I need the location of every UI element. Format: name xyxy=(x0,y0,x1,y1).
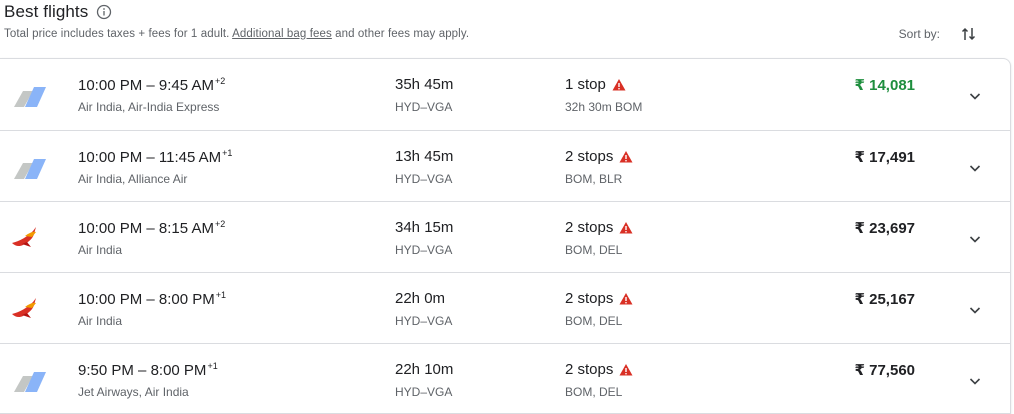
day-offset: +2 xyxy=(214,219,226,229)
airline-names: Air India xyxy=(78,314,123,328)
price: ₹ 25,167 xyxy=(854,291,915,308)
info-icon[interactable] xyxy=(96,4,112,20)
warning-icon xyxy=(619,292,633,306)
warning-icon xyxy=(619,150,633,164)
time-separator: – xyxy=(142,291,159,308)
stops-count: 2 stops xyxy=(565,148,614,165)
flight-row[interactable]: 10:00 PM – 8:15 AM+2 Air India 34h 15m HYD–… xyxy=(0,201,1010,272)
arrive-time: 8:00 PM xyxy=(158,291,215,308)
generic-airline-logo xyxy=(11,364,47,394)
stop-detail: BOM, DEL xyxy=(565,243,623,257)
depart-time: 10:00 PM xyxy=(78,77,143,94)
day-offset: +1 xyxy=(222,148,233,158)
depart-time: 10:00 PM xyxy=(78,291,143,308)
air-india-logo xyxy=(11,222,47,252)
arrive-time: 11:45 AM xyxy=(158,149,222,166)
flight-duration: 13h 45m xyxy=(395,148,454,165)
flight-times: 10:00 PM – 8:00 PM+1 xyxy=(78,290,226,308)
flight-duration: 35h 45m xyxy=(395,76,454,93)
warning-icon xyxy=(619,363,633,377)
generic-airline-logo xyxy=(11,79,47,109)
time-separator: – xyxy=(142,149,159,166)
sort-icon[interactable] xyxy=(960,25,978,43)
depart-time: 9:50 PM xyxy=(78,362,134,379)
arrive-time: 8:00 PM xyxy=(150,362,207,379)
flight-duration: 22h 10m xyxy=(395,361,454,378)
time-separator: – xyxy=(142,77,159,94)
flight-times: 10:00 PM – 11:45 AM+1 xyxy=(78,148,232,166)
stops-summary: 2 stops xyxy=(565,361,633,378)
stops-count: 1 stop xyxy=(565,76,606,93)
stops-summary: 2 stops xyxy=(565,148,633,165)
flight-times: 9:50 PM – 8:00 PM+1 xyxy=(78,361,218,379)
arrive-time: 8:15 AM xyxy=(158,220,214,237)
flight-times: 10:00 PM – 9:45 AM+2 xyxy=(78,76,225,94)
arrive-time: 9:45 AM xyxy=(158,77,214,94)
flight-row[interactable]: 10:00 PM – 9:45 AM+2 Air India, Air-India… xyxy=(0,59,1010,129)
flight-row[interactable]: 10:00 PM – 11:45 AM+1 Air India, Alliance… xyxy=(0,130,1010,201)
time-separator: – xyxy=(133,362,151,379)
flight-route: HYD–VGA xyxy=(395,172,453,186)
airline-names: Air India, Alliance Air xyxy=(78,172,188,186)
generic-airline-logo xyxy=(11,151,47,181)
flight-list: 10:00 PM – 9:45 AM+2 Air India, Air-India… xyxy=(0,58,1011,414)
stop-detail: BOM, DEL xyxy=(565,385,623,399)
time-separator: – xyxy=(142,220,159,237)
day-offset: +1 xyxy=(215,290,227,300)
chevron-down-icon[interactable] xyxy=(964,157,986,179)
stops-count: 2 stops xyxy=(565,219,614,236)
stop-detail: BOM, BLR xyxy=(565,172,623,186)
chevron-down-icon[interactable] xyxy=(964,370,986,392)
title-row: Best flights xyxy=(4,1,112,23)
flight-route: HYD–VGA xyxy=(395,243,453,257)
flight-route: HYD–VGA xyxy=(395,100,453,114)
flight-duration: 34h 15m xyxy=(395,219,454,236)
stops-summary: 1 stop xyxy=(565,76,626,93)
disclaimer-text-end: and other fees may apply. xyxy=(331,28,470,40)
warning-icon xyxy=(619,221,633,235)
airline-names: Air India, Air-India Express xyxy=(78,100,220,114)
price: ₹ 14,081 xyxy=(854,77,915,94)
chevron-down-icon[interactable] xyxy=(964,299,986,321)
flight-route: HYD–VGA xyxy=(395,385,453,399)
flight-route: HYD–VGA xyxy=(395,314,453,328)
stop-detail: BOM, DEL xyxy=(565,314,623,328)
airline-names: Jet Airways, Air India xyxy=(78,385,189,399)
price: ₹ 17,491 xyxy=(854,149,915,166)
flight-row[interactable]: 9:50 PM – 8:00 PM+1 Jet Airways, Air Indi… xyxy=(0,343,1010,414)
flight-duration: 22h 0m xyxy=(395,290,446,307)
sort-label: Sort by: xyxy=(898,27,940,41)
price-disclaimer: Total price includes taxes + fees for 1 … xyxy=(4,28,469,40)
stop-detail: 32h 30m BOM xyxy=(565,100,643,114)
airline-names: Air India xyxy=(78,243,123,257)
warning-icon xyxy=(612,78,626,92)
chevron-down-icon[interactable] xyxy=(964,85,986,107)
stops-count: 2 stops xyxy=(565,361,614,378)
depart-time: 10:00 PM xyxy=(78,149,143,166)
air-india-logo xyxy=(11,293,47,323)
disclaimer-text: Total price includes taxes + fees for 1 … xyxy=(4,28,233,40)
stops-summary: 2 stops xyxy=(565,219,633,236)
day-offset: +2 xyxy=(214,76,226,86)
flight-row[interactable]: 10:00 PM – 8:00 PM+1 Air India 22h 0m HYD–V… xyxy=(0,272,1010,343)
chevron-down-icon[interactable] xyxy=(964,228,986,250)
stops-summary: 2 stops xyxy=(565,290,633,307)
day-offset: +1 xyxy=(207,361,218,371)
depart-time: 10:00 PM xyxy=(78,220,143,237)
price: ₹ 23,697 xyxy=(854,220,915,237)
sort-control[interactable]: Sort by: xyxy=(899,25,978,43)
bag-fees-link[interactable]: Additional bag fees xyxy=(232,28,332,40)
stops-count: 2 stops xyxy=(565,290,614,307)
section-title: Best flights xyxy=(4,2,89,21)
price: ₹ 77,560 xyxy=(854,362,915,379)
flight-times: 10:00 PM – 8:15 AM+2 xyxy=(78,219,225,237)
results-header: Best flights Total price includes taxes … xyxy=(4,0,1014,58)
